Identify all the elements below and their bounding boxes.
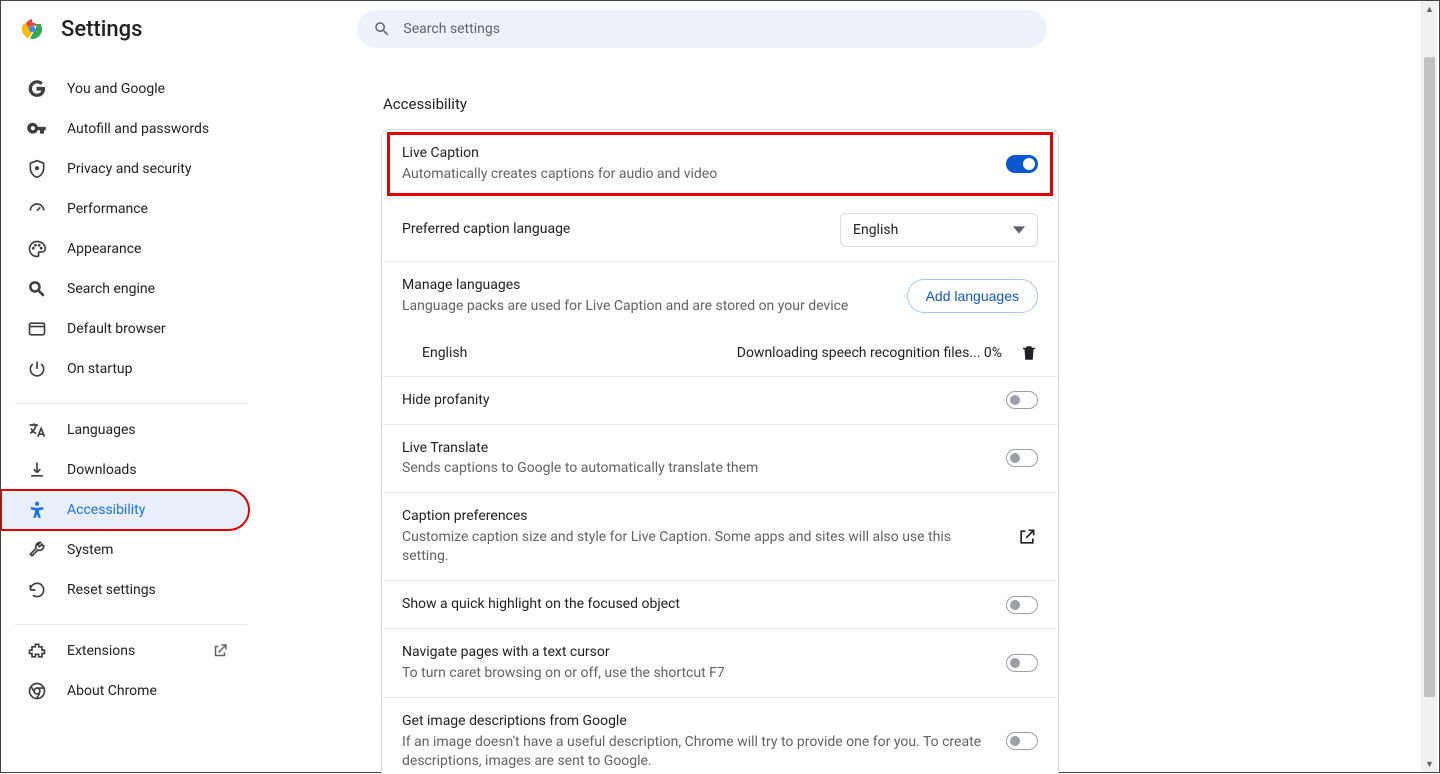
manage-languages-row: Manage languages Language packs are used… [382,262,1058,330]
accessibility-icon [27,500,47,520]
sidebar-item-about-chrome[interactable]: About Chrome [1,671,249,711]
image-descriptions-title: Get image descriptions from Google [402,712,990,731]
sidebar-item-label: You and Google [67,81,165,97]
sidebar-item-default-browser[interactable]: Default browser [1,309,249,349]
reset-icon [27,580,47,600]
power-icon [27,359,47,379]
image-descriptions-row: Get image descriptions from Google If an… [382,698,1058,774]
delete-language-button[interactable] [1020,344,1038,362]
sidebar-item-privacy[interactable]: Privacy and security [1,149,249,189]
sidebar-item-label: Accessibility [67,502,145,518]
sidebar-item-you-and-google[interactable]: You and Google [1,69,249,109]
hide-profanity-row: Hide profanity [382,377,1058,425]
caret-browsing-title: Navigate pages with a text cursor [402,643,990,662]
accessibility-card: Live Caption Automatically creates capti… [381,129,1059,774]
preferred-language-value: English [853,222,898,238]
language-entry: English Downloading speech recognition f… [382,330,1058,377]
live-caption-toggle[interactable] [1006,155,1038,173]
key-icon [27,119,47,139]
open-external-icon [211,642,229,660]
preferred-language-title: Preferred caption language [402,220,824,239]
sidebar-item-label: Default browser [67,321,166,337]
speed-icon [27,199,47,219]
image-descriptions-toggle[interactable] [1006,732,1038,750]
live-caption-sub: Automatically creates captions for audio… [402,165,990,184]
sidebar-item-performance[interactable]: Performance [1,189,249,229]
sidebar-item-label: Reset settings [67,582,156,598]
sidebar-item-autofill[interactable]: Autofill and passwords [1,109,249,149]
live-translate-toggle[interactable] [1006,449,1038,467]
sidebar-item-reset[interactable]: Reset settings [1,570,249,610]
language-status: Downloading speech recognition files... … [737,345,1002,361]
sidebar-item-extensions[interactable]: Extensions [1,631,249,671]
highlight-focus-row: Show a quick highlight on the focused ob… [382,581,1058,629]
manage-languages-title: Manage languages [402,276,891,295]
search-icon [27,279,47,299]
live-translate-title: Live Translate [402,439,990,458]
language-icon [27,420,47,440]
chrome-icon [27,681,47,701]
sidebar-item-languages[interactable]: Languages [1,410,249,450]
shield-icon [27,159,47,179]
caption-preferences-row[interactable]: Caption preferences Customize caption si… [382,493,1058,581]
sidebar-item-on-startup[interactable]: On startup [1,349,249,389]
sidebar-item-label: Performance [67,201,148,217]
trash-icon [1020,344,1038,362]
sidebar-item-label: Appearance [67,241,141,257]
open-external-icon [1016,526,1038,548]
palette-icon [27,239,47,259]
highlight-focus-title: Show a quick highlight on the focused ob… [402,595,990,614]
sidebar-item-search-engine[interactable]: Search engine [1,269,249,309]
scroll-up-arrow[interactable]: ▲ [1422,1,1437,17]
live-translate-row: Live Translate Sends captions to Google … [382,425,1058,494]
caption-preferences-sub: Customize caption size and style for Liv… [402,528,1000,566]
google-icon [27,79,47,99]
image-descriptions-sub: If an image doesn't have a useful descri… [402,733,990,771]
caret-browsing-sub: To turn caret browsing on or off, use th… [402,664,990,683]
caption-preferences-title: Caption preferences [402,507,1000,526]
scrollbar-thumb[interactable] [1424,57,1435,697]
sidebar-item-label: About Chrome [67,683,157,699]
sidebar-item-label: Extensions [67,643,135,659]
search-input[interactable]: Search settings [357,10,1047,48]
add-languages-button[interactable]: Add languages [907,279,1038,313]
highlight-focus-toggle[interactable] [1006,596,1038,614]
scroll-down-arrow[interactable]: ▼ [1422,756,1437,772]
chrome-logo-icon [21,18,43,40]
download-icon [27,460,47,480]
search-placeholder: Search settings [403,21,500,37]
sidebar: You and Google Autofill and passwords Pr… [1,57,261,774]
sidebar-item-label: Downloads [67,462,137,478]
sidebar-item-appearance[interactable]: Appearance [1,229,249,269]
sidebar-item-downloads[interactable]: Downloads [1,450,249,490]
wrench-icon [27,540,47,560]
hide-profanity-toggle[interactable] [1006,391,1038,409]
sidebar-item-label: Privacy and security [67,161,191,177]
preferred-language-select[interactable]: English [840,213,1038,247]
live-caption-title: Live Caption [402,144,990,163]
live-caption-row: Live Caption Automatically creates capti… [382,130,1058,199]
sidebar-item-label: System [67,542,113,558]
sidebar-item-accessibility[interactable]: Accessibility [1,490,249,530]
caret-browsing-toggle[interactable] [1006,654,1038,672]
extension-icon [27,641,47,661]
caret-browsing-row: Navigate pages with a text cursor To tur… [382,629,1058,698]
manage-languages-sub: Language packs are used for Live Caption… [402,297,891,316]
sidebar-item-label: Languages [67,422,136,438]
preferred-language-row: Preferred caption language English [382,199,1058,262]
sidebar-item-label: On startup [67,361,133,377]
page-title: Accessibility [383,95,1439,113]
settings-title: Settings [61,17,142,42]
hide-profanity-title: Hide profanity [402,391,990,410]
live-translate-sub: Sends captions to Google to automaticall… [402,459,990,478]
browser-icon [27,319,47,339]
language-name: English [422,345,467,361]
sidebar-item-system[interactable]: System [1,530,249,570]
sidebar-item-label: Search engine [67,281,155,297]
sidebar-item-label: Autofill and passwords [67,121,209,137]
search-icon [373,20,391,38]
chevron-down-icon [1013,224,1025,236]
scrollbar[interactable]: ▲ ▼ [1421,1,1437,772]
